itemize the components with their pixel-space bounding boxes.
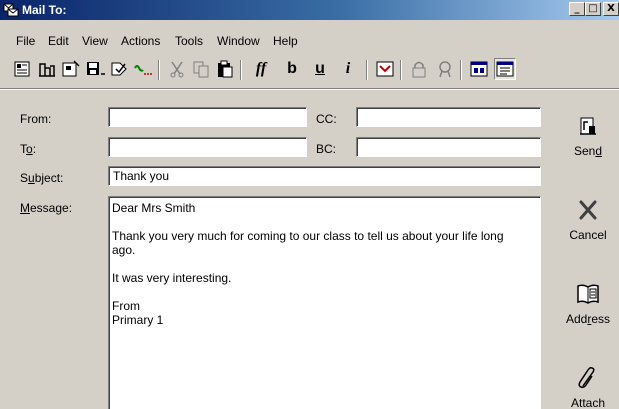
cancel-button[interactable]: Cancel	[560, 196, 616, 242]
address-label: Address	[560, 312, 616, 326]
address-label-pre: Add	[565, 312, 588, 326]
paperclip-icon	[572, 364, 604, 392]
menu-tools[interactable]: Tools	[175, 32, 203, 50]
toolbar-separator	[240, 60, 242, 80]
signature-icon[interactable]	[132, 58, 154, 80]
certificate-icon[interactable]	[434, 58, 456, 80]
address-button[interactable]: Address	[560, 280, 616, 326]
open-icon[interactable]	[60, 58, 82, 80]
maximize-button[interactable]: □	[585, 2, 601, 16]
toolbar-separator	[366, 60, 368, 80]
underline-label: u	[315, 60, 325, 77]
message-line: ago.	[112, 243, 136, 257]
mail-app-icon	[3, 2, 19, 18]
menu-help[interactable]: Help	[273, 32, 298, 50]
menu-view[interactable]: View	[82, 32, 108, 50]
title-bar[interactable]: Mail To: _ □ X	[0, 0, 619, 20]
message-label-post: essage:	[30, 201, 73, 215]
mail-window: Mail To: _ □ X File Edit View Actions To…	[0, 0, 619, 409]
close-button[interactable]: X	[603, 2, 619, 16]
copy-icon[interactable]	[190, 58, 212, 80]
bold-label: b	[287, 60, 297, 77]
message-line: Dear Mrs Smith	[112, 201, 196, 215]
message-line: It was very interesting.	[112, 271, 232, 285]
cc-label: CC:	[316, 112, 337, 126]
menu-window[interactable]: Window	[217, 32, 260, 50]
toolbar-separator	[158, 60, 160, 80]
lock-icon[interactable]	[408, 58, 430, 80]
from-field[interactable]	[108, 107, 307, 127]
toolbar-separator	[460, 60, 462, 80]
cancel-label: Cancel	[569, 228, 607, 242]
window-title: Mail To:	[22, 3, 67, 17]
menu-file[interactable]: File	[16, 32, 35, 50]
menu-edit[interactable]: Edit	[48, 32, 69, 50]
message-label: Message:	[20, 200, 72, 216]
address-book-icon[interactable]	[374, 58, 396, 80]
chart-icon[interactable]	[36, 58, 58, 80]
paste-icon[interactable]	[214, 58, 236, 80]
attach-button[interactable]: Attach	[560, 364, 616, 409]
subject-label-post: bject:	[34, 171, 64, 185]
toolbar-separator	[400, 60, 402, 80]
send-label: Send	[560, 144, 616, 158]
window-active-icon[interactable]	[494, 58, 516, 80]
cut-icon[interactable]	[166, 58, 188, 80]
cc-field[interactable]	[356, 107, 541, 127]
toolbar: ff b u i	[6, 56, 616, 84]
message-line: From	[112, 299, 140, 313]
underline-icon[interactable]: u	[309, 58, 331, 80]
bold-icon[interactable]: b	[281, 58, 303, 80]
subject-label-pre: S	[20, 171, 29, 185]
message-body[interactable]: Dear Mrs Smith Thank you very much for c…	[108, 196, 541, 409]
send-label-accel: d	[595, 144, 603, 158]
from-label: From:	[20, 112, 52, 126]
spell-check-icon[interactable]	[108, 58, 130, 80]
italic-icon[interactable]: i	[337, 58, 359, 80]
attach-label: Attach	[570, 396, 606, 409]
font-label: ff	[255, 60, 267, 77]
subject-field[interactable]	[108, 166, 541, 186]
message-line: Primary 1	[112, 313, 164, 327]
minimize-button[interactable]: _	[569, 2, 585, 16]
cancel-icon	[572, 196, 604, 224]
to-label: To:	[20, 141, 36, 157]
menu-actions[interactable]: Actions	[121, 32, 160, 50]
message-label-accel: M	[20, 201, 30, 215]
menu-bar: File Edit View Actions Tools Window Help	[0, 32, 619, 50]
send-button[interactable]: Send	[560, 112, 616, 158]
bc-field[interactable]	[356, 137, 541, 157]
send-label-pre: Sen	[573, 144, 596, 158]
subject-label-accel: u	[28, 171, 35, 185]
to-field[interactable]	[108, 137, 307, 157]
bc-label: BC:	[316, 142, 337, 156]
send-icon	[572, 112, 604, 140]
font-icon[interactable]: ff	[246, 58, 276, 80]
save-icon[interactable]	[84, 58, 106, 80]
new-message-icon[interactable]	[12, 58, 34, 80]
subject-label: Subject:	[20, 170, 63, 186]
to-label-post: :	[32, 142, 37, 156]
to-label-accel: o	[26, 142, 33, 156]
address-book-icon	[572, 280, 604, 308]
window-icon[interactable]	[468, 58, 490, 80]
message-line: Thank you very much for coming to our cl…	[112, 229, 504, 243]
toolbar-divider	[0, 88, 619, 90]
address-label-post: ess	[591, 312, 611, 326]
italic-label: i	[345, 60, 351, 77]
